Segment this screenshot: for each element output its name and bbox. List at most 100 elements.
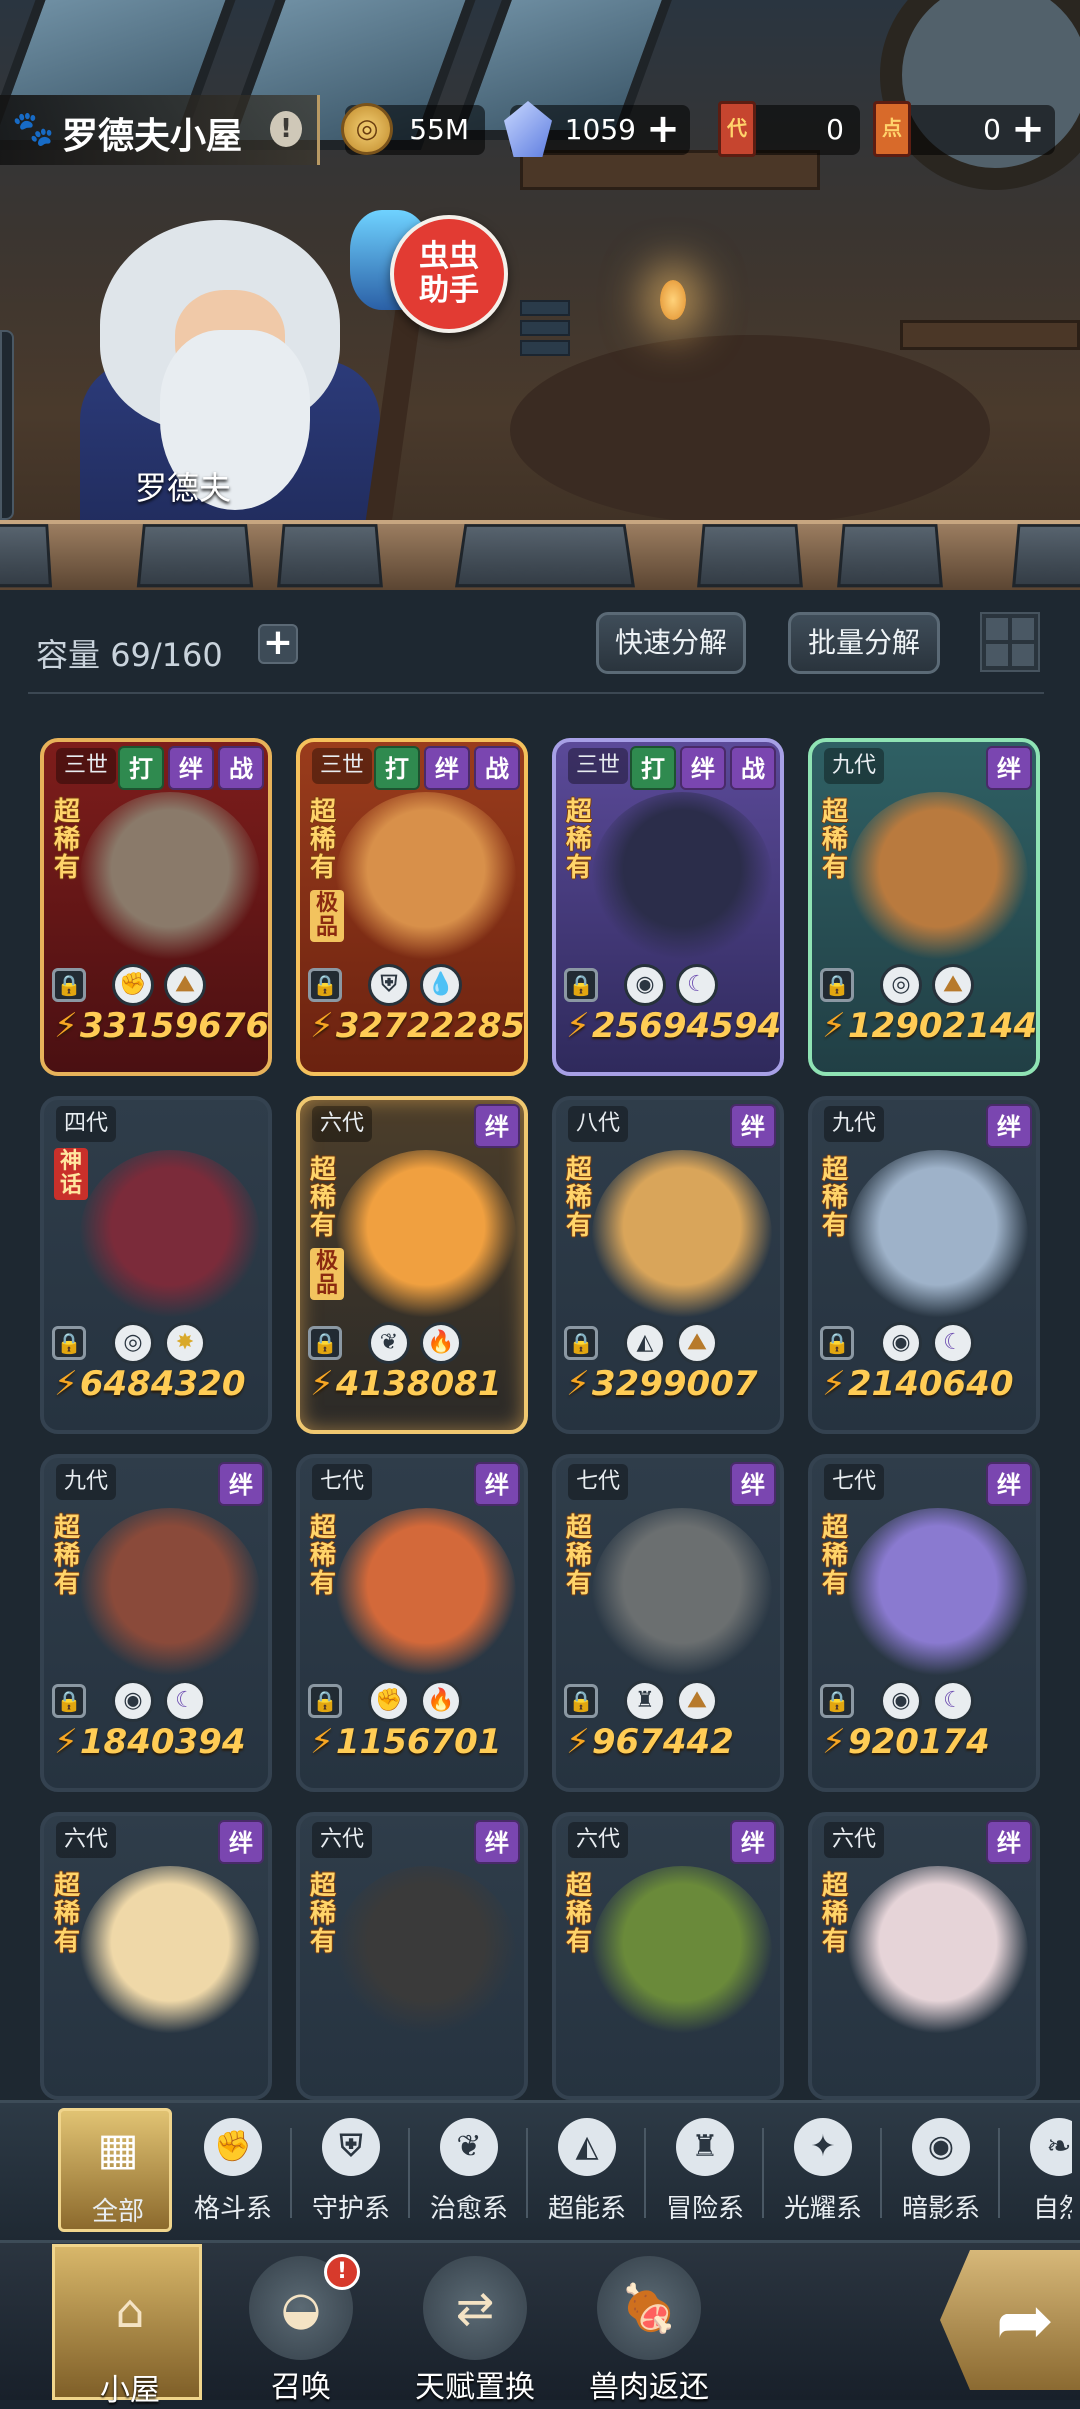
nav-tab-label: 兽肉返还 (589, 2370, 709, 2405)
pet-portrait (336, 1866, 516, 2036)
trait-tag: 打 (374, 746, 420, 790)
rarity-label: 超稀有 (54, 1871, 81, 1957)
info-icon[interactable]: ! (270, 111, 302, 147)
rarity-label: 超稀有 (310, 1871, 337, 1957)
lock-icon[interactable]: 🔒 (564, 968, 598, 1002)
nav-tab-swap[interactable]: ⇄ 天赋置换 (400, 2244, 550, 2405)
filter-tab-5[interactable]: ♜ 冒险系 (648, 2108, 764, 2232)
filter-tab-2[interactable]: ⛨ 守护系 (294, 2108, 410, 2232)
pet-card[interactable]: 三世打绊战超稀有 🔒 ✊ ⛰ ⚡33159676 (40, 738, 272, 1076)
top-resource-bar: 🐾 罗德夫小屋 ! ◎ 55M 1059 + 代 0 点 0 + (0, 95, 1080, 165)
nav-tab-meat[interactable]: 🍖 兽肉返还 (574, 2244, 724, 2405)
rarity-label: 超稀有 (566, 1155, 593, 1241)
nav-tab-house[interactable]: ⌂ 小屋 (52, 2244, 202, 2408)
lock-icon[interactable]: 🔒 (52, 968, 86, 1002)
rock-element-icon: ⛰ (932, 964, 974, 1006)
lock-icon[interactable]: 🔒 (564, 1326, 598, 1360)
lock-icon[interactable]: 🔒 (308, 1684, 342, 1718)
lock-icon[interactable]: 🔒 (52, 1326, 86, 1360)
rarity-label: 超稀有 (566, 797, 593, 883)
lock-icon[interactable]: 🔒 (820, 1684, 854, 1718)
trait-tag: 绊 (986, 746, 1032, 790)
pet-card[interactable]: 六代 绊超稀有 (296, 1812, 528, 2100)
quality-tier-badge: 神话 (54, 1148, 88, 1200)
tower-icon: ♜ (676, 2118, 734, 2176)
paw-icon: 🐾 (12, 109, 55, 149)
pet-card[interactable]: 六代 绊超稀有 (808, 1812, 1040, 2100)
combat-power-value: 6484320 (79, 1364, 246, 1404)
lock-icon[interactable]: 🔒 (820, 1326, 854, 1360)
moon-element-icon: ☾ (676, 964, 718, 1006)
combat-power: ⚡2140640 (822, 1364, 1013, 1404)
combat-power-value: 4138081 (335, 1364, 502, 1404)
moon-element-icon: ☾ (932, 1322, 974, 1364)
lock-icon[interactable]: 🔒 (564, 1684, 598, 1718)
go-arrow-button[interactable]: ➦ (940, 2250, 1080, 2390)
add-crystal-button[interactable]: + (644, 109, 682, 149)
pet-portrait (80, 792, 260, 962)
expand-capacity-button[interactable]: + (258, 624, 298, 664)
filter-tab-7[interactable]: ◉ 暗影系 (884, 2108, 1000, 2232)
coin-icon: ◎ (341, 103, 393, 155)
combat-power: ⚡33159676 (54, 1006, 268, 1046)
lock-icon[interactable]: 🔒 (308, 968, 342, 1002)
pet-card[interactable]: 六代绊超稀有 极品 🔒 ❦ 🔥 ⚡4138081 (296, 1096, 528, 1434)
grid-view-icon[interactable] (980, 612, 1040, 672)
tower-element-icon: ♜ (624, 1680, 666, 1722)
pet-card[interactable]: 九代绊超稀有 🔒 ◉ ☾ ⚡2140640 (808, 1096, 1040, 1434)
generation-label: 六代 (824, 1822, 885, 1858)
trait-tag: 战 (218, 746, 264, 790)
water-element-icon: 💧 (420, 964, 462, 1006)
generation-label: 三世 (56, 748, 117, 784)
combat-power-value: 2140640 (847, 1364, 1014, 1404)
batch-decompose-button[interactable]: 批量分解 (788, 612, 940, 674)
fist-element-icon: ✊ (368, 1680, 410, 1722)
pet-card[interactable]: 六代 绊超稀有 (40, 1812, 272, 2100)
pet-card[interactable]: 四代 神话 🔒 ◎ ✸ ⚡6484320 (40, 1096, 272, 1434)
filter-tab-1[interactable]: ✊ 格斗系 (176, 2108, 292, 2232)
power-icon: ⚡ (822, 1006, 846, 1046)
stone-tile (0, 524, 53, 588)
generation-label: 六代 (568, 1822, 629, 1858)
pet-card[interactable]: 七代绊超稀有 🔒 ♜ ⛰ ⚡967442 (552, 1454, 784, 1792)
sparkle-icon: ✦ (794, 2118, 852, 2176)
pet-portrait (848, 1150, 1028, 1320)
combat-power: ⚡3299007 (566, 1364, 757, 1404)
alert-badge: ! (324, 2254, 360, 2290)
generation-label: 九代 (56, 1464, 117, 1500)
trait-tag: 绊 (474, 1462, 520, 1506)
generation-label: 九代 (824, 1106, 885, 1142)
combat-power: ⚡6484320 (54, 1364, 245, 1404)
pet-card[interactable]: 九代绊超稀有 🔒 ◎ ⛰ ⚡12902144 (808, 738, 1040, 1076)
rarity-label: 超稀有 (310, 797, 337, 883)
pet-portrait (592, 1866, 772, 2036)
power-icon: ⚡ (822, 1364, 846, 1404)
trait-tag: 战 (474, 746, 520, 790)
side-drawer-handle[interactable] (0, 330, 14, 520)
lock-icon[interactable]: 🔒 (820, 968, 854, 1002)
filter-tab-8[interactable]: ❧ 自然 (1002, 2108, 1072, 2232)
filter-tab-0[interactable]: ▦ 全部 (58, 2108, 172, 2232)
lock-icon[interactable]: 🔒 (52, 1684, 86, 1718)
pet-card[interactable]: 三世打绊战超稀有 🔒 ◉ ☾ ⚡25694594 (552, 738, 784, 1076)
add-ticket-button[interactable]: + (1009, 109, 1047, 149)
pet-card[interactable]: 七代绊超稀有 🔒 ✊ 🔥 ⚡1156701 (296, 1454, 528, 1792)
filter-tab-3[interactable]: ❦ 治愈系 (412, 2108, 528, 2232)
filter-tab-4[interactable]: ◭ 超能系 (530, 2108, 646, 2232)
trait-tag: 绊 (474, 1104, 520, 1148)
assistant-bubble-button[interactable]: 虫虫 助手 (390, 215, 508, 333)
rarity-label: 超稀有 (566, 1513, 593, 1599)
eye-element-icon: ◉ (624, 964, 666, 1006)
pet-card[interactable]: 六代 绊超稀有 (552, 1812, 784, 2100)
combat-power-value: 1156701 (335, 1722, 502, 1762)
filter-tab-6[interactable]: ✦ 光耀系 (766, 2108, 882, 2232)
ticket-red-icon: 代 (718, 101, 756, 157)
lock-icon[interactable]: 🔒 (308, 1326, 342, 1360)
nav-tab-egg[interactable]: ◒ 召唤! (226, 2244, 376, 2405)
filter-tab-label: 格斗系 (193, 2194, 272, 2224)
pet-card[interactable]: 七代绊超稀有 🔒 ◉ ☾ ⚡920174 (808, 1454, 1040, 1792)
pet-card[interactable]: 三世打绊战超稀有 极品 🔒 ⛨ 💧 ⚡32722285 (296, 738, 528, 1076)
pet-card[interactable]: 九代绊超稀有 🔒 ◉ ☾ ⚡1840394 (40, 1454, 272, 1792)
pet-card[interactable]: 八代绊超稀有 🔒 ◭ ⛰ ⚡3299007 (552, 1096, 784, 1434)
quick-decompose-button[interactable]: 快速分解 (596, 612, 746, 674)
